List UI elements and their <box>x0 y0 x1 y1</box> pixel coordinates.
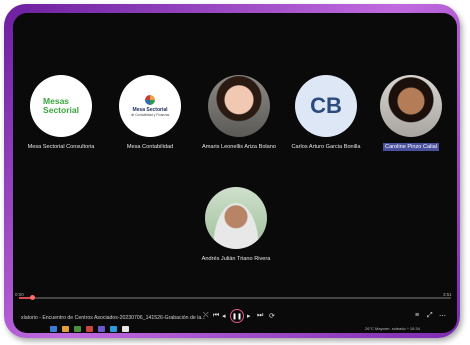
participant-name-active: Caroline Pinzo Calial <box>383 143 439 151</box>
forward-icon[interactable]: ▸ <box>247 312 251 320</box>
app-icon[interactable] <box>98 326 105 332</box>
repeat-icon[interactable]: ⟳ <box>269 312 275 320</box>
logo-emblem-icon <box>145 95 155 105</box>
participant-name: Amaris Leonellis Ariza Bolano <box>202 144 276 150</box>
avatar-photo <box>380 75 442 137</box>
logo-text: Mesas Sectorial <box>43 96 79 115</box>
avatar-photo <box>208 75 270 137</box>
participant-name: Mesa Contabilidad <box>126 144 174 150</box>
playlist-icon[interactable]: ≡ <box>415 312 419 319</box>
app-icon[interactable] <box>122 326 129 332</box>
video-screen: Mesas Sectorial Mesa Sectorial Consultor… <box>13 13 457 333</box>
avatar: Mesa Sectorial de Contabilidad y Finanza… <box>119 75 181 137</box>
pause-button[interactable]: ❚❚ <box>230 309 244 323</box>
pause-icon: ❚❚ <box>231 313 243 320</box>
participant-tile: Andrés Julián Triano Rivera <box>196 187 276 263</box>
participant-tile: Caroline Pinzo Calial <box>371 75 451 151</box>
player-controls: xlatorio - Encuentro de Centros Asociado… <box>13 306 457 333</box>
app-icon[interactable] <box>86 326 93 332</box>
mesa-contabilidad-logo: Mesa Sectorial de Contabilidad y Finanza… <box>119 75 181 137</box>
fullscreen-icon[interactable]: ⤢ <box>427 312 433 320</box>
rewind-icon[interactable]: ◂ <box>222 312 226 320</box>
system-tray: 26°C Mayorm. soleado ^ 10:34 <box>365 326 420 331</box>
participant-name: Mesa Sectorial Consultoria <box>27 144 95 150</box>
progress-bar[interactable] <box>19 295 451 300</box>
progress-knob[interactable] <box>29 295 35 300</box>
participant-tile: Mesa Sectorial de Contabilidad y Finanza… <box>111 75 189 151</box>
more-icon[interactable]: ⋯ <box>439 312 446 320</box>
avatar-initials: CB <box>295 75 357 137</box>
avatar: Mesas Sectorial <box>30 75 92 137</box>
cast-icon[interactable]: ⤫ <box>203 312 209 320</box>
taskbar-apps <box>50 326 129 332</box>
participant-tile: CB Carlos Arturo Garcia Bonilla <box>284 75 368 151</box>
previous-icon[interactable]: ⏮ <box>213 312 219 320</box>
participant-tile: Amaris Leonellis Ariza Bolano <box>200 75 278 151</box>
logo-subtext: de Contabilidad y Finanzas <box>130 113 170 117</box>
avatar-photo <box>205 187 267 249</box>
participant-tile: Mesas Sectorial Mesa Sectorial Consultor… <box>22 75 100 151</box>
video-title: xlatorio - Encuentro de Centros Asociado… <box>21 315 206 321</box>
participant-name: Andrés Julián Triano Rivera <box>201 256 271 262</box>
next-icon[interactable]: ⏭ <box>257 312 263 320</box>
participant-name: Carlos Arturo Garcia Bonilla <box>291 144 361 150</box>
app-icon[interactable] <box>50 326 57 332</box>
mesas-sectorial-logo: Mesas Sectorial <box>30 75 92 137</box>
app-icon[interactable] <box>74 326 81 332</box>
app-icon[interactable] <box>110 326 117 332</box>
folder-icon[interactable] <box>62 326 69 332</box>
